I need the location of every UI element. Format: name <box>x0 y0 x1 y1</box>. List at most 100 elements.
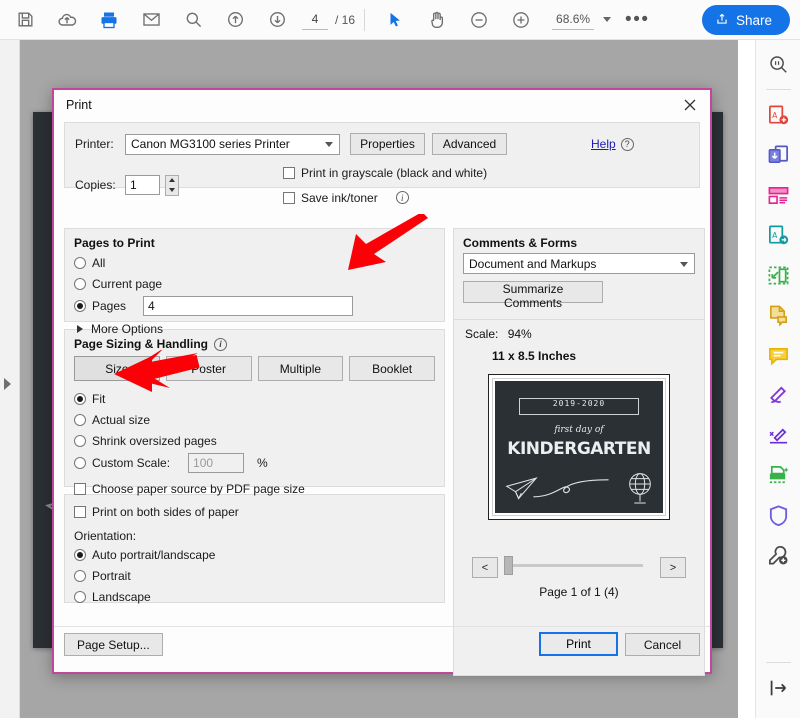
zoom-level-value[interactable]: 68.6% <box>552 10 595 30</box>
orientation-group: Print on both sides of paper Orientation… <box>64 494 445 606</box>
actual-size-label: Actual size <box>92 412 151 427</box>
protect-icon[interactable] <box>760 497 796 533</box>
orientation-landscape[interactable]: Landscape <box>74 587 435 606</box>
zoom-level-control[interactable]: 68.6% <box>552 10 612 30</box>
preview-slider-thumb[interactable] <box>504 556 513 575</box>
pages-range-input[interactable] <box>143 295 354 316</box>
auto-orientation-radio[interactable] <box>74 548 86 561</box>
scan-ocr-icon[interactable] <box>760 457 796 493</box>
print-icon[interactable] <box>92 3 126 37</box>
size-mode-button[interactable]: Size <box>74 356 160 381</box>
save-ink-option[interactable]: Save ink/toner i <box>283 188 487 207</box>
compress-pdf-icon[interactable] <box>760 257 796 293</box>
custom-scale-radio[interactable] <box>74 456 86 469</box>
comment-icon[interactable] <box>760 337 796 373</box>
custom-scale-input[interactable] <box>188 452 245 473</box>
duplex-label: Print on both sides of paper <box>92 504 239 519</box>
chevron-down-icon[interactable] <box>603 17 612 22</box>
help-link[interactable]: Help <box>591 137 616 151</box>
all-radio[interactable] <box>74 256 86 269</box>
share-box-icon <box>715 12 729 29</box>
actual-size-radio[interactable] <box>74 413 86 426</box>
export-pdf-icon[interactable]: A <box>760 217 796 253</box>
stepper-up-icon[interactable] <box>166 176 178 186</box>
orientation-portrait[interactable]: Portrait <box>74 566 435 585</box>
pages-option-all[interactable]: All <box>74 253 435 272</box>
close-icon[interactable] <box>678 93 702 117</box>
search-document-icon[interactable] <box>760 46 796 82</box>
print-preview-area: 11 x 8.5 Inches 2019-2020 first day of K… <box>454 341 704 617</box>
printer-panel: Printer: Canon MG3100 series Printer Pro… <box>64 122 700 205</box>
landscape-radio[interactable] <box>74 590 86 603</box>
orientation-auto[interactable]: Auto portrait/landscape <box>74 545 435 564</box>
preview-prev-button[interactable]: < <box>472 557 498 578</box>
percent-label: % <box>257 455 268 470</box>
zoom-in-icon[interactable] <box>504 3 538 37</box>
sizing-option-actual[interactable]: Actual size <box>74 410 435 429</box>
page-number-input[interactable] <box>302 9 328 30</box>
zoom-out-icon[interactable] <box>462 3 496 37</box>
create-pdf-icon[interactable]: A <box>760 97 796 133</box>
comments-forms-select[interactable]: Document and Markups <box>463 253 695 274</box>
request-signature-icon[interactable] <box>760 417 796 453</box>
pages-radio[interactable] <box>74 299 86 312</box>
sizing-option-fit[interactable]: Fit <box>74 389 435 408</box>
expand-left-pane-icon[interactable] <box>4 378 11 390</box>
preview-next-button[interactable]: > <box>660 557 686 578</box>
properties-button[interactable]: Properties <box>350 133 425 155</box>
share-button[interactable]: Share <box>701 5 790 35</box>
grayscale-checkbox[interactable] <box>283 166 295 179</box>
info-icon[interactable]: i <box>395 191 409 204</box>
question-mark-icon[interactable]: ? <box>620 137 634 151</box>
stepper-down-icon[interactable] <box>166 185 178 195</box>
fit-radio[interactable] <box>74 392 86 405</box>
combine-files-icon[interactable] <box>760 137 796 173</box>
more-tools-icon[interactable] <box>760 537 796 573</box>
more-options-toggle[interactable]: More Options <box>74 319 435 338</box>
cloud-upload-icon[interactable] <box>50 3 84 37</box>
multiple-mode-button[interactable]: Multiple <box>257 356 344 381</box>
pages-option-current[interactable]: Current page <box>74 274 435 293</box>
search-icon[interactable] <box>176 3 210 37</box>
expand-panel-icon[interactable] <box>760 670 796 706</box>
portrait-radio[interactable] <box>74 569 86 582</box>
sizing-option-custom[interactable]: Custom Scale: % <box>74 452 435 473</box>
organize-pages-icon[interactable] <box>760 177 796 213</box>
previous-page-icon[interactable] <box>218 3 252 37</box>
poster-mode-button[interactable]: Poster <box>165 356 252 381</box>
preview-slider-track[interactable] <box>508 564 643 567</box>
paper-source-checkbox[interactable] <box>74 482 86 495</box>
fill-and-sign-icon[interactable] <box>760 377 796 413</box>
hand-pan-icon[interactable] <box>420 3 454 37</box>
pages-option-pages[interactable]: Pages <box>74 295 435 316</box>
copies-stepper[interactable] <box>165 174 179 196</box>
print-button[interactable]: Print <box>539 632 618 656</box>
advanced-button[interactable]: Advanced <box>432 133 507 155</box>
current-page-radio[interactable] <box>74 277 86 290</box>
save-icon[interactable] <box>8 3 42 37</box>
orientation-title: Orientation: <box>74 529 137 543</box>
duplex-checkbox[interactable] <box>74 505 86 518</box>
chevron-down-icon <box>325 142 333 147</box>
triangle-right-icon[interactable] <box>77 324 83 333</box>
page-setup-button[interactable]: Page Setup... <box>64 633 163 656</box>
duplex-option[interactable]: Print on both sides of paper <box>74 502 435 521</box>
edit-pdf-icon[interactable] <box>760 297 796 333</box>
select-cursor-icon[interactable] <box>378 3 412 37</box>
cancel-button[interactable]: Cancel <box>625 633 700 656</box>
save-ink-checkbox[interactable] <box>283 191 295 204</box>
sizing-option-shrink[interactable]: Shrink oversized pages <box>74 431 435 450</box>
printer-select[interactable]: Canon MG3100 series Printer <box>125 133 340 155</box>
printer-label: Printer: <box>75 137 114 151</box>
printer-select-value: Canon MG3100 series Printer <box>131 137 290 151</box>
booklet-mode-button[interactable]: Booklet <box>349 356 435 381</box>
summarize-comments-button[interactable]: Summarize Comments <box>463 281 603 310</box>
copies-input[interactable] <box>125 175 160 195</box>
info-icon[interactable]: i <box>214 337 228 351</box>
help-link-group[interactable]: Help ? <box>591 137 634 151</box>
next-page-icon[interactable] <box>260 3 294 37</box>
email-icon[interactable] <box>134 3 168 37</box>
shrink-radio[interactable] <box>74 434 86 447</box>
more-toolbar-options-button[interactable]: ••• <box>625 10 649 29</box>
grayscale-option[interactable]: Print in grayscale (black and white) <box>283 163 487 182</box>
